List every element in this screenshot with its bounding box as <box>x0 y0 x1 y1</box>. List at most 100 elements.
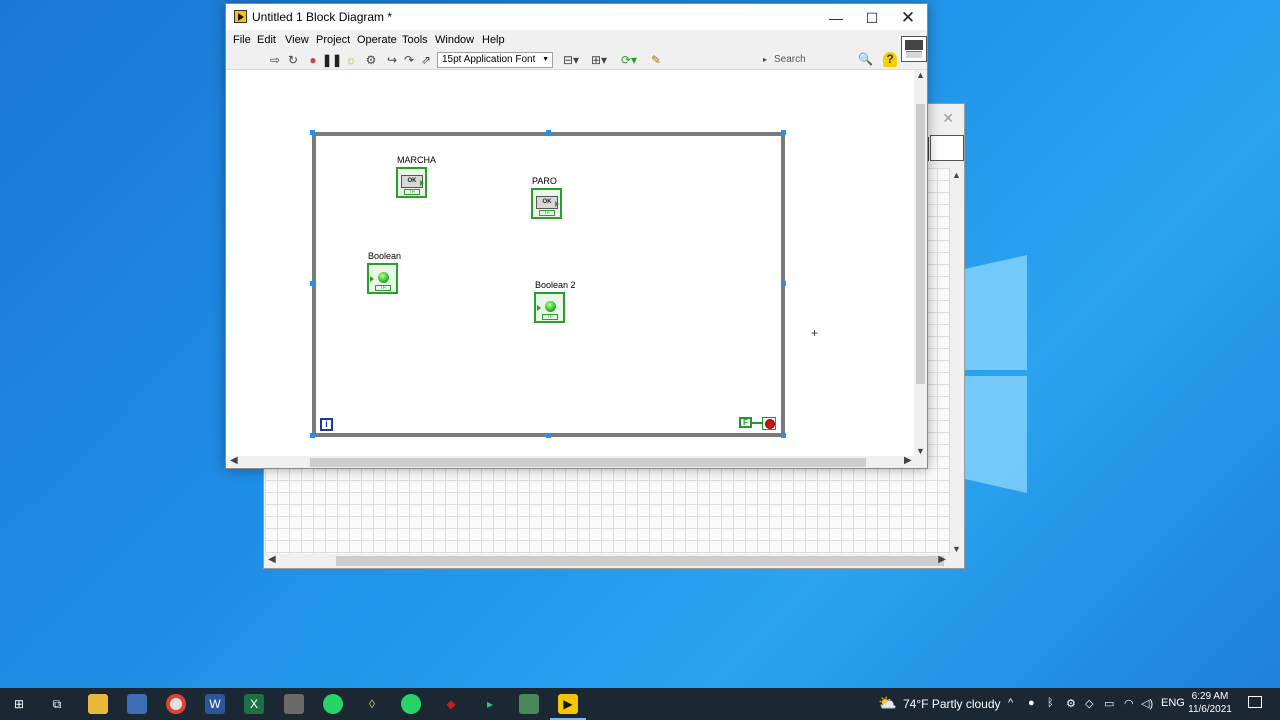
scroll-down-icon[interactable]: ▼ <box>916 446 925 456</box>
labview-icon[interactable]: ▶ <box>558 694 578 714</box>
date: 11/6/2021 <box>1188 704 1232 715</box>
close-button[interactable]: ✕ <box>890 7 926 29</box>
block-diagram-canvas[interactable]: i F MARCHA OK TF PARO OK TF Boolean TF B… <box>226 70 914 456</box>
minimize-button[interactable]: — <box>818 7 854 29</box>
menu-edit[interactable]: Edit <box>257 34 276 46</box>
indicator-label-boolean[interactable]: Boolean <box>368 251 401 261</box>
control-label-paro[interactable]: PARO <box>532 176 557 186</box>
highlight-execution-icon[interactable]: ☼ <box>343 52 359 68</box>
close-icon[interactable]: ✕ <box>942 110 954 127</box>
align-objects-icon[interactable]: ⊟▾ <box>560 52 582 68</box>
boolean-control-paro[interactable]: OK TF <box>531 188 562 219</box>
resize-handle[interactable] <box>546 130 551 135</box>
scroll-down-icon[interactable]: ▼ <box>952 544 961 554</box>
app-icon[interactable] <box>519 694 539 714</box>
context-help-icon[interactable]: ? <box>883 52 897 67</box>
app-icon[interactable]: ▸ <box>480 694 500 714</box>
font-select-value: 15pt Application Font <box>442 54 536 65</box>
weather-widget[interactable]: 74°F Partly cloudy <box>903 697 1001 711</box>
dropbox-icon[interactable]: ◇ <box>1085 697 1093 710</box>
weather-partly-cloudy-icon[interactable]: ⛅ <box>878 694 897 712</box>
boolean-constant[interactable]: F <box>739 417 752 428</box>
resize-handle[interactable] <box>310 130 315 135</box>
boolean-indicator-2[interactable]: TF <box>534 292 565 323</box>
bluetooth-icon[interactable]: ᛒ <box>1047 697 1054 709</box>
volume-icon[interactable]: ◁) <box>1141 697 1153 710</box>
file-explorer-icon[interactable] <box>88 694 108 714</box>
chevron-up-icon[interactable]: ^ <box>1008 697 1013 709</box>
resize-handle[interactable] <box>310 433 315 438</box>
step-into-icon[interactable]: ↪ <box>384 52 400 68</box>
control-label-marcha[interactable]: MARCHA <box>397 155 436 165</box>
menu-tools[interactable]: Tools <box>402 34 428 46</box>
scroll-left-icon[interactable]: ◀ <box>268 554 276 565</box>
notification-icon[interactable] <box>1248 696 1262 708</box>
chrome-icon[interactable] <box>166 694 186 714</box>
font-select[interactable]: 15pt Application Font ▼ <box>437 52 553 68</box>
resize-handle[interactable] <box>781 130 786 135</box>
microphone-icon[interactable]: ● <box>1028 697 1035 709</box>
app-icon[interactable]: ◊ <box>362 694 382 714</box>
clean-up-diagram-icon[interactable]: ✎ <box>648 52 664 68</box>
run-icon[interactable]: ⇨ <box>267 52 283 68</box>
abort-icon[interactable]: ● <box>305 52 321 68</box>
horizontal-scrollbar[interactable]: ◀ ▶ <box>264 554 964 568</box>
menu-file[interactable]: File <box>233 34 251 46</box>
reorder-icon[interactable]: ⟳▾ <box>618 52 640 68</box>
scroll-right-icon[interactable]: ▶ <box>938 554 946 565</box>
vi-icon <box>930 135 964 161</box>
stop-if-true-icon[interactable] <box>762 417 776 430</box>
vertical-scrollbar[interactable]: ▲ ▼ <box>914 70 927 456</box>
vertical-scrollbar[interactable]: ▲ ▼ <box>950 168 964 556</box>
calculator-icon[interactable] <box>284 694 304 714</box>
wifi-icon[interactable]: ◠ <box>1124 697 1134 710</box>
excel-icon[interactable]: X <box>244 694 264 714</box>
search-icon[interactable]: 🔍 <box>858 52 873 66</box>
menu-operate[interactable]: Operate <box>357 34 397 46</box>
scroll-up-icon[interactable]: ▲ <box>952 170 961 180</box>
whatsapp-icon[interactable] <box>401 694 421 714</box>
block-diagram-window[interactable]: Untitled 1 Block Diagram * — ☐ ✕ File Ed… <box>225 3 928 469</box>
start-windows-icon[interactable]: ⊞ <box>9 694 29 714</box>
scrollbar-thumb[interactable] <box>310 458 866 467</box>
retain-wire-values-icon[interactable]: ⚙ <box>363 52 379 68</box>
scroll-up-icon[interactable]: ▲ <box>916 70 925 80</box>
horizontal-scrollbar[interactable]: ◀ ▶ <box>226 455 927 468</box>
step-out-icon[interactable]: ⇗ <box>418 52 434 68</box>
resize-handle[interactable] <box>546 433 551 438</box>
scroll-right-icon[interactable]: ▶ <box>904 455 912 466</box>
menu-view[interactable]: View <box>285 34 309 46</box>
resize-handle[interactable] <box>310 281 315 286</box>
menu-window[interactable]: Window <box>435 34 474 46</box>
maximize-button[interactable]: ☐ <box>854 7 890 29</box>
menu-help[interactable]: Help <box>482 34 505 46</box>
indicator-label-boolean-2[interactable]: Boolean 2 <box>535 280 576 290</box>
scrollbar-thumb[interactable] <box>336 556 944 566</box>
settings-icon[interactable]: ⚙ <box>1066 697 1076 710</box>
language-indicator[interactable]: ENG <box>1161 697 1185 709</box>
iteration-terminal[interactable]: i <box>320 418 333 431</box>
output-arrow-icon <box>420 180 424 186</box>
boolean-control-marcha[interactable]: OK TF <box>396 167 427 198</box>
remote-desktop-icon[interactable] <box>127 694 147 714</box>
scroll-left-icon[interactable]: ◀ <box>230 455 238 466</box>
run-continuously-icon[interactable]: ↻ <box>285 52 301 68</box>
whatsapp-icon[interactable] <box>323 694 343 714</box>
pause-icon[interactable]: ❚❚ <box>322 52 342 68</box>
resize-handle[interactable] <box>781 433 786 438</box>
title-bar[interactable]: Untitled 1 Block Diagram * — ☐ ✕ <box>226 4 927 30</box>
taskbar: ⊞ ⧉ W X ◊ ◆ ▸ ▶ ⛅ 74°F Partly cloudy ^ ●… <box>0 688 1280 720</box>
task-view-icon[interactable]: ⧉ <box>47 694 67 714</box>
scrollbar-thumb[interactable] <box>916 104 925 384</box>
battery-icon[interactable]: ▭ <box>1104 697 1114 710</box>
boolean-indicator[interactable]: TF <box>367 263 398 294</box>
app-icon[interactable]: ◆ <box>441 694 461 714</box>
word-icon[interactable]: W <box>205 694 225 714</box>
menu-project[interactable]: Project <box>316 34 350 46</box>
distribute-objects-icon[interactable]: ⊞▾ <box>588 52 610 68</box>
resize-handle[interactable] <box>781 281 786 286</box>
input-arrow-icon <box>537 305 541 311</box>
input-arrow-icon <box>370 276 374 282</box>
clock[interactable]: 6:29 AM 11/6/2021 <box>1188 690 1232 716</box>
step-over-icon[interactable]: ↷ <box>401 52 417 68</box>
